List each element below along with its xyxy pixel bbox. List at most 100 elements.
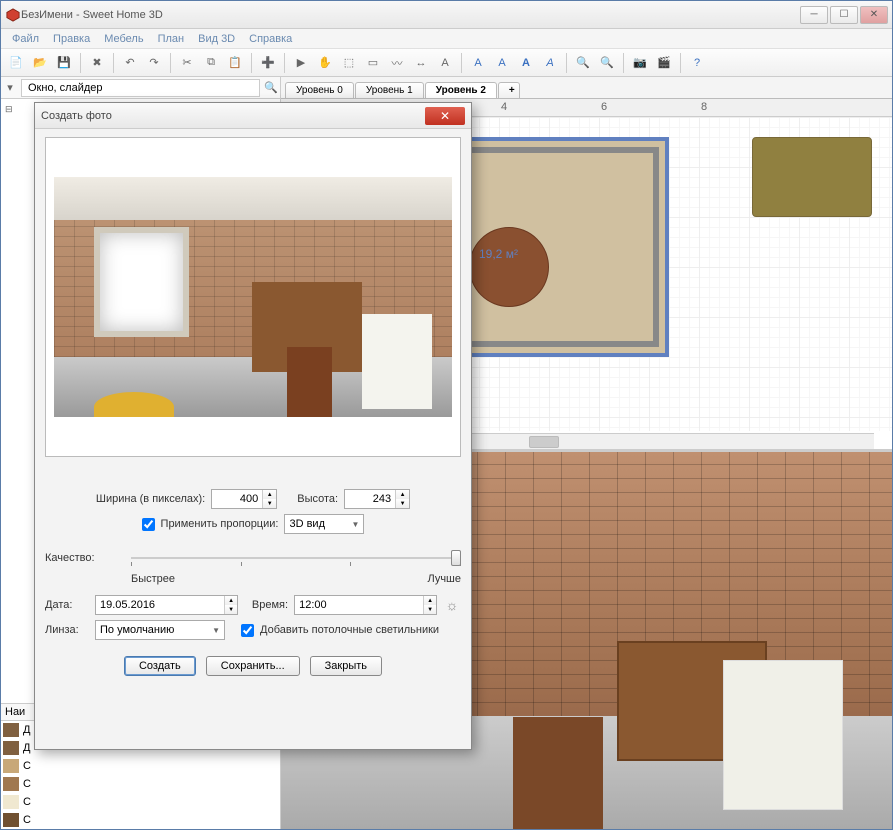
dialog-titlebar[interactable]: Создать фото ✕ [35, 103, 471, 129]
bold-icon[interactable]: A [515, 52, 537, 74]
dimension-icon[interactable]: ↔ [410, 52, 432, 74]
level-tabs: Уровень 0 Уровень 1 Уровень 2 + [281, 77, 892, 99]
slider-thumb[interactable] [451, 550, 461, 566]
quality-slider[interactable] [131, 548, 461, 568]
tree-collapse-icon[interactable]: ▾ [1, 77, 19, 99]
undo-icon[interactable]: ↶ [119, 52, 141, 74]
cancel-button[interactable]: Закрыть [310, 656, 382, 676]
catalog-filter[interactable]: Окно, слайдер [21, 79, 260, 97]
catalog-search-icon[interactable]: 🔍 [262, 77, 280, 99]
text-icon[interactable]: A [434, 52, 456, 74]
copy-icon[interactable]: ⧉ [200, 52, 222, 74]
new-icon[interactable]: 📄 [5, 52, 27, 74]
app-icon [5, 7, 21, 23]
time-input[interactable] [295, 596, 423, 614]
italic-icon[interactable]: A [539, 52, 561, 74]
tab-level-2[interactable]: Уровень 2 [425, 82, 497, 98]
menu-plan[interactable]: План [151, 31, 192, 47]
spinner-down-icon[interactable]: ▼ [263, 499, 276, 508]
sun-icon[interactable]: ☼ [443, 596, 461, 614]
chevron-down-icon: ▼ [352, 520, 360, 529]
menu-file[interactable]: Файл [5, 31, 46, 47]
photo-preview [45, 137, 461, 457]
spinner-down-icon[interactable]: ▼ [396, 499, 409, 508]
lens-label: Линза: [45, 624, 89, 636]
width-label: Ширина (в пикселах): [96, 493, 205, 505]
prefs-icon[interactable]: ✖ [86, 52, 108, 74]
spinner-up-icon[interactable]: ▲ [225, 596, 237, 605]
furniture-table[interactable] [469, 227, 549, 307]
list-item[interactable]: С [1, 775, 280, 793]
keep-ratio-label: Применить пропорции: [161, 518, 279, 530]
date-input[interactable] [96, 596, 224, 614]
room-icon[interactable]: ▭ [362, 52, 384, 74]
redo-icon[interactable]: ↷ [143, 52, 165, 74]
chevron-down-icon: ▼ [212, 626, 220, 635]
menu-furniture[interactable]: Мебель [97, 31, 150, 47]
chair-3d [513, 717, 603, 829]
toolbar: 📄 📂 💾 ✖ ↶ ↷ ✂ ⧉ 📋 ➕ ▶ ✋ ⬚ ▭ 〰 ↔ A A A A … [1, 49, 892, 77]
height-spinner[interactable]: ▲▼ [344, 489, 410, 509]
spinner-down-icon[interactable]: ▼ [225, 605, 237, 614]
list-item[interactable]: С [1, 757, 280, 775]
tab-level-1[interactable]: Уровень 1 [355, 82, 424, 98]
date-label: Дата: [45, 599, 89, 611]
dialog-close-button[interactable]: ✕ [425, 107, 465, 125]
video-icon[interactable]: 🎬 [653, 52, 675, 74]
zoom-in-icon[interactable]: 🔍 [572, 52, 594, 74]
save-icon[interactable]: 💾 [53, 52, 75, 74]
ratio-mode-combo[interactable]: 3D вид▼ [284, 514, 364, 534]
room-area-label: 19,2 м² [479, 247, 518, 261]
tab-level-0[interactable]: Уровень 0 [285, 82, 354, 98]
wall-icon[interactable]: ⬚ [338, 52, 360, 74]
spinner-up-icon[interactable]: ▲ [424, 596, 436, 605]
lens-combo[interactable]: По умолчанию▼ [95, 620, 225, 640]
window-title: БезИмени - Sweet Home 3D [21, 9, 798, 21]
menu-help[interactable]: Справка [242, 31, 299, 47]
minimize-button[interactable]: ─ [800, 6, 828, 24]
menubar: Файл Правка Мебель План Вид 3D Справка [1, 29, 892, 49]
text-dec-icon[interactable]: A [491, 52, 513, 74]
add-furniture-icon[interactable]: ➕ [257, 52, 279, 74]
height-label: Высота: [297, 493, 338, 505]
list-item[interactable]: С [1, 811, 280, 829]
polyline-icon[interactable]: 〰 [386, 52, 408, 74]
zoom-out-icon[interactable]: 🔍 [596, 52, 618, 74]
menu-view3d[interactable]: Вид 3D [191, 31, 242, 47]
save-button[interactable]: Сохранить... [206, 656, 300, 676]
close-button[interactable]: ✕ [860, 6, 888, 24]
pan-icon[interactable]: ✋ [314, 52, 336, 74]
spinner-down-icon[interactable]: ▼ [424, 605, 436, 614]
add-level-button[interactable]: + [498, 82, 520, 98]
help-icon[interactable]: ? [686, 52, 708, 74]
height-input[interactable] [345, 490, 395, 508]
keep-ratio-checkbox[interactable] [142, 518, 155, 531]
create-photo-dialog: Создать фото ✕ Ширина (в пикселах): ▲▼ [34, 102, 472, 750]
quality-fast-label: Быстрее [131, 573, 175, 585]
spinner-up-icon[interactable]: ▲ [263, 490, 276, 499]
time-spinner[interactable]: ▲▼ [294, 595, 437, 615]
open-icon[interactable]: 📂 [29, 52, 51, 74]
spinner-up-icon[interactable]: ▲ [396, 490, 409, 499]
maximize-button[interactable]: ☐ [830, 6, 858, 24]
photo-icon[interactable]: 📷 [629, 52, 651, 74]
create-button[interactable]: Создать [124, 656, 196, 676]
titlebar: БезИмени - Sweet Home 3D ─ ☐ ✕ [1, 1, 892, 29]
list-item[interactable]: С [1, 793, 280, 811]
dialog-title: Создать фото [41, 110, 425, 122]
ceiling-lights-checkbox[interactable] [241, 624, 254, 637]
text-inc-icon[interactable]: A [467, 52, 489, 74]
menu-edit[interactable]: Правка [46, 31, 97, 47]
armchair-3d [723, 660, 843, 810]
quality-label: Качество: [45, 552, 125, 564]
paste-icon[interactable]: 📋 [224, 52, 246, 74]
cut-icon[interactable]: ✂ [176, 52, 198, 74]
select-icon[interactable]: ▶ [290, 52, 312, 74]
width-spinner[interactable]: ▲▼ [211, 489, 277, 509]
furniture-sofa[interactable] [752, 137, 872, 217]
ceiling-lights-label: Добавить потолочные светильники [260, 624, 439, 636]
quality-best-label: Лучше [427, 573, 461, 585]
time-label: Время: [252, 599, 288, 611]
width-input[interactable] [212, 490, 262, 508]
date-spinner[interactable]: ▲▼ [95, 595, 238, 615]
